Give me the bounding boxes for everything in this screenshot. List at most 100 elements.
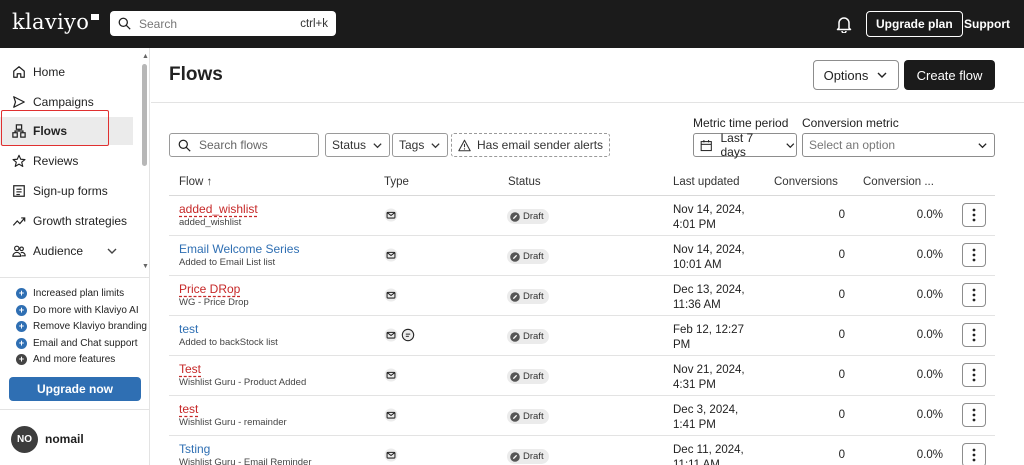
flow-type-icons (384, 328, 415, 342)
sidebar-item-audience[interactable]: Audience (0, 237, 133, 265)
options-button[interactable]: Options (813, 60, 899, 90)
table-row[interactable]: Test Wishlist Guru - Product Added Draft No… (169, 356, 995, 396)
sidebar-item-label: Audience (33, 244, 84, 258)
conversions-value: 0 (838, 329, 845, 341)
conversions-value: 0 (838, 449, 845, 461)
more-vertical-icon (972, 328, 976, 342)
feature-label: Remove Klaviyo branding (33, 321, 147, 332)
conversion-rate-value: 0.0% (916, 369, 943, 381)
klaviyo-logo[interactable]: klaviyo (12, 10, 100, 34)
email-icon (384, 408, 398, 422)
flow-name-link[interactable]: test (179, 322, 198, 336)
sidebar-item-label: Sign-up forms (33, 184, 108, 198)
flow-trigger: added_wishlist (179, 217, 242, 228)
sidebar-item-label: Reviews (33, 154, 79, 168)
feature-label: And more features (33, 354, 116, 365)
row-actions-button[interactable] (962, 283, 986, 307)
flow-name-link[interactable]: added_wishlist (179, 202, 258, 216)
row-actions-button[interactable] (962, 203, 986, 227)
global-search[interactable]: Search ctrl+k (110, 11, 336, 36)
email-icon (384, 328, 398, 342)
bell-icon[interactable] (836, 15, 852, 33)
flow-trigger: WG - Price Drop (179, 297, 249, 308)
avatar[interactable]: NO (11, 426, 38, 453)
row-actions-button[interactable] (962, 323, 986, 347)
status-badge: Draft (507, 329, 549, 344)
scroll-up-arrow[interactable]: ▲ (142, 53, 149, 60)
feature-item: + And more features (16, 354, 115, 365)
table-row[interactable]: Email Welcome Series Added to Email List … (169, 236, 995, 276)
feature-item: + Remove Klaviyo branding (16, 321, 147, 332)
row-actions-button[interactable] (962, 243, 986, 267)
metric-time-select[interactable]: Last 7 days (693, 131, 797, 159)
conversions-value: 0 (838, 249, 845, 261)
scroll-down-arrow[interactable]: ▼ (142, 263, 149, 270)
flow-name-link[interactable]: Email Welcome Series (179, 242, 299, 256)
status-label: Draft (523, 411, 544, 422)
email-icon (384, 248, 398, 262)
flow-name-link[interactable]: test (179, 402, 198, 416)
sidebar-item-home[interactable]: Home (0, 58, 133, 86)
conversions-value: 0 (838, 209, 845, 221)
sidebar-scrollbar-thumb[interactable] (142, 64, 147, 166)
status-badge: Draft (507, 289, 549, 304)
status-label: Draft (523, 371, 544, 382)
draft-icon (510, 251, 520, 262)
row-actions-button[interactable] (962, 443, 986, 465)
flow-name-link[interactable]: Test (179, 362, 201, 376)
send-icon (13, 96, 25, 108)
search-icon (118, 17, 131, 30)
table-row[interactable]: Tsting Wishlist Guru - Email Reminder Draf… (169, 436, 995, 465)
conversions-value: 0 (838, 369, 845, 381)
flow-trigger: Added to Email List list (179, 257, 276, 268)
feature-item: + Increased plan limits (16, 288, 124, 299)
metric-time-value: Last 7 days (720, 131, 754, 159)
conversion-rate-value: 0.0% (916, 449, 943, 461)
table-row[interactable]: Price DRop WG - Price Drop Draft Dec 13, 20… (169, 276, 995, 316)
more-vertical-icon (972, 248, 976, 262)
logo-flag (91, 14, 100, 20)
conversion-metric-select[interactable]: Select an option (802, 133, 995, 157)
search-flows-input[interactable]: Search flows (169, 133, 319, 157)
support-link[interactable]: Support (964, 17, 1010, 31)
email-sender-alerts-filter[interactable]: Has email sender alerts (451, 133, 611, 157)
sidebar-item-growth-strategies[interactable]: Growth strategies (0, 207, 133, 235)
column-header-conversion-rate: Conversion ... (863, 176, 934, 188)
sidebar-item-signup-forms[interactable]: Sign-up forms (0, 177, 133, 205)
chevron-down-icon (978, 143, 987, 149)
upgrade-now-button[interactable]: Upgrade now (9, 377, 141, 401)
calendar-icon (700, 139, 712, 151)
conversion-rate-value: 0.0% (916, 329, 943, 341)
last-updated: Nov 14, 2024, 10:01 AM (673, 244, 745, 271)
search-shortcut: ctrl+k (300, 17, 328, 30)
flow-name-link[interactable]: Tsting (179, 442, 210, 456)
people-icon (12, 245, 26, 257)
sidebar-item-reviews[interactable]: Reviews (0, 147, 133, 175)
form-icon (13, 185, 25, 197)
upgrade-plan-button[interactable]: Upgrade plan (866, 11, 963, 37)
sidebar-item-label: Growth strategies (33, 214, 128, 228)
warning-icon (458, 139, 471, 151)
home-icon (13, 66, 25, 78)
column-header-flow[interactable]: Flow ↑ (179, 176, 212, 188)
chat-icon (401, 328, 415, 342)
tags-filter[interactable]: Tags (392, 133, 449, 157)
user-name[interactable]: nomail (45, 432, 84, 446)
row-actions-button[interactable] (962, 363, 986, 387)
column-header-last-updated[interactable]: Last updated (673, 176, 740, 188)
metric-time-label: Metric time period (693, 116, 789, 130)
flow-name-link[interactable]: Price DRop (179, 282, 240, 296)
more-vertical-icon (972, 208, 976, 222)
conversion-rate-value: 0.0% (916, 209, 943, 221)
table-row[interactable]: test Added to backStock list Draft Feb 12, … (169, 316, 995, 356)
status-badge: Draft (507, 409, 549, 424)
sidebar-divider (0, 277, 150, 278)
table-row[interactable]: added_wishlist added_wishlist Draft Nov 14,… (169, 196, 995, 236)
create-flow-button[interactable]: Create flow (904, 60, 995, 90)
more-vertical-icon (972, 448, 976, 462)
row-actions-button[interactable] (962, 403, 986, 427)
chevron-down-icon[interactable] (106, 245, 118, 257)
feature-label: Increased plan limits (33, 288, 125, 299)
table-row[interactable]: test Wishlist Guru - remainder Draft Dec 3,… (169, 396, 995, 436)
status-filter[interactable]: Status (325, 133, 391, 157)
